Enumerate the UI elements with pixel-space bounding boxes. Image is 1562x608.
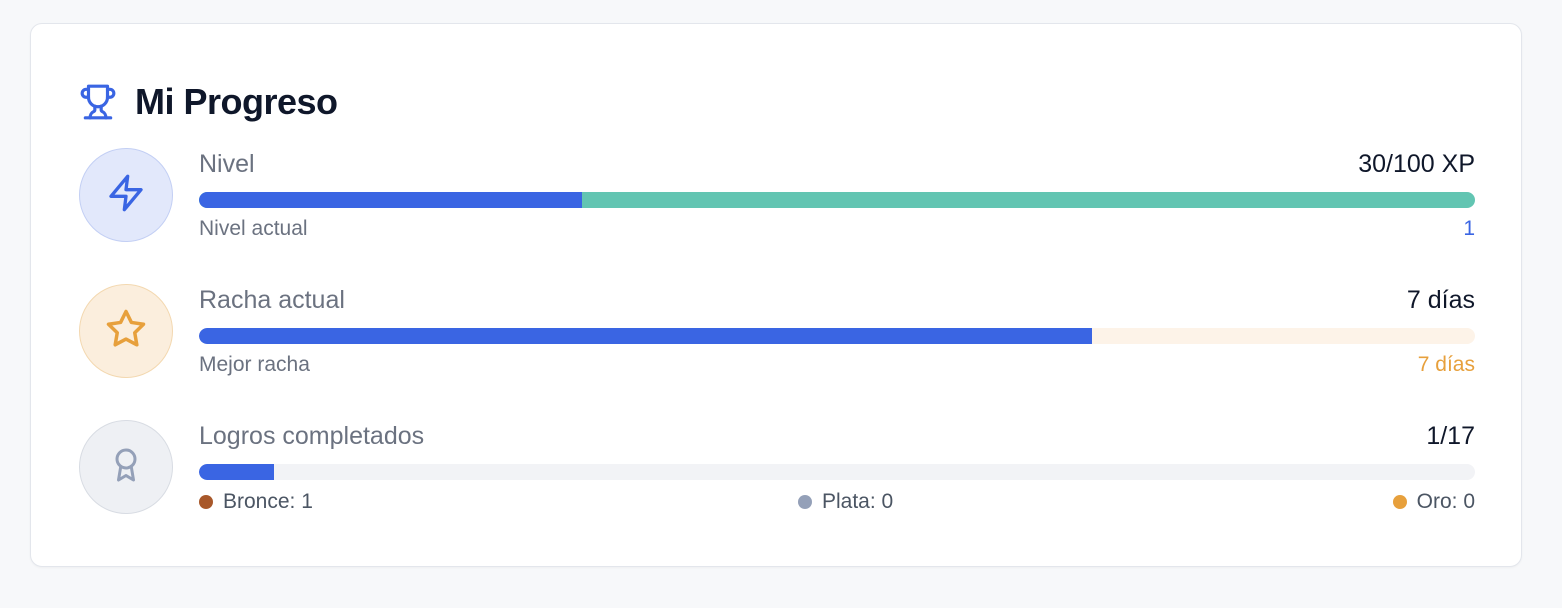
streak-row: Racha actual 7 días Mejor racha 7 días [79, 284, 1475, 380]
streak-badge [79, 284, 173, 378]
current-level-value: 1 [1463, 217, 1475, 240]
level-content: Nivel 30/100 XP Nivel actual 1 [199, 148, 1475, 244]
star-icon [105, 308, 147, 355]
card-header: Mi Progreso [79, 81, 338, 122]
silver-count: Plata: 0 [798, 488, 893, 516]
achievements-value: 1/17 [1426, 422, 1475, 450]
streak-value: 7 días [1406, 286, 1475, 314]
level-badge [79, 148, 173, 242]
achievements-label: Logros completados [199, 422, 425, 450]
achievements-progress-bar [199, 464, 1475, 480]
gold-count-label: Oro: 0 [1416, 490, 1475, 513]
level-progress-bar [199, 192, 1475, 208]
streak-progress-bar [199, 328, 1475, 344]
silver-dot-icon [798, 495, 812, 509]
achievements-row: Logros completados 1/17 Bronce: 1 Plata:… [79, 420, 1475, 516]
best-streak-value: 7 días [1417, 353, 1475, 376]
streak-content: Racha actual 7 días Mejor racha 7 días [199, 284, 1475, 380]
lightning-icon [106, 173, 146, 218]
gold-count: Oro: 0 [1392, 488, 1475, 516]
level-label: Nivel [199, 150, 255, 178]
level-xp-value: 30/100 XP [1358, 150, 1475, 178]
trophy-icon [79, 83, 117, 121]
current-level-label: Nivel actual [199, 217, 308, 240]
silver-count-label: Plata: 0 [822, 490, 894, 513]
streak-progress-fill [199, 328, 1093, 344]
achievements-progress-fill [199, 464, 275, 480]
best-streak-label: Mejor racha [199, 353, 310, 376]
level-progress-fill [199, 192, 582, 208]
medal-counts: Bronce: 1 Plata: 0 Oro: 0 [199, 488, 1475, 516]
achievements-content: Logros completados 1/17 Bronce: 1 Plata:… [199, 420, 1475, 516]
achievements-badge [79, 420, 173, 514]
bronze-dot-icon [199, 495, 213, 509]
gold-dot-icon [1392, 495, 1407, 509]
progress-card: Mi Progreso Nivel 30/100 XP Nivel actual… [30, 23, 1522, 567]
bronze-count-label: Bronce: 1 [223, 490, 313, 513]
streak-label: Racha actual [199, 286, 345, 314]
card-title: Mi Progreso [135, 81, 338, 122]
award-icon [108, 447, 144, 488]
bronze-count: Bronce: 1 [199, 488, 313, 516]
level-row: Nivel 30/100 XP Nivel actual 1 [79, 148, 1475, 244]
